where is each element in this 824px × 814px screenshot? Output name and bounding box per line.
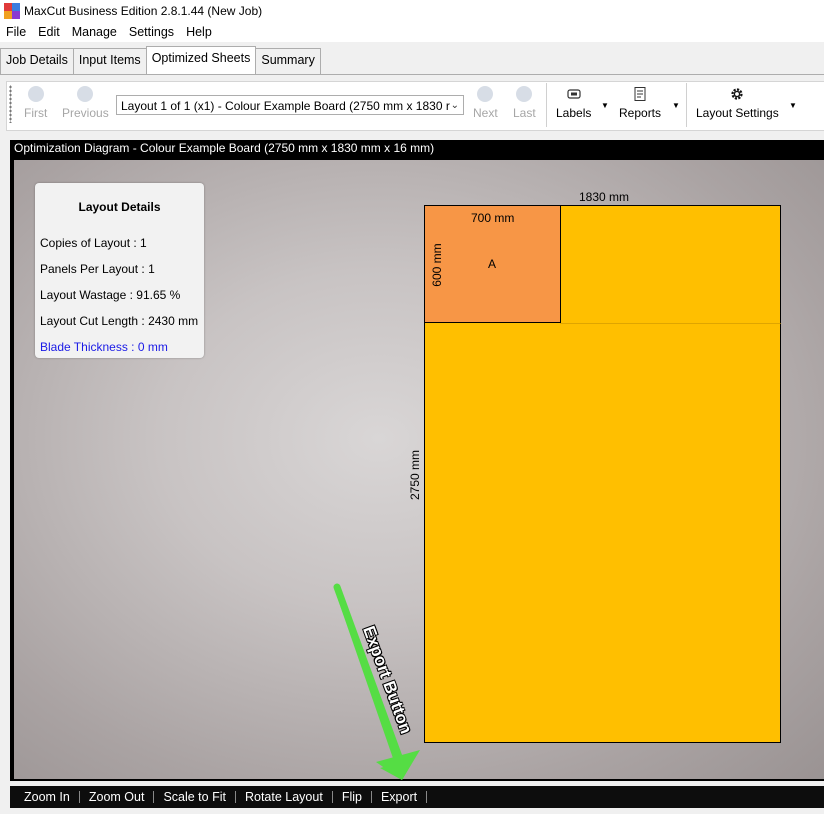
first-icon (27, 86, 44, 102)
bottom-separator (426, 791, 428, 803)
flip-button[interactable]: Flip (333, 790, 371, 804)
next-label: Next (473, 106, 498, 120)
tab-summary[interactable]: Summary (255, 48, 321, 74)
layout-settings-label: Layout Settings (696, 106, 779, 120)
reports-button[interactable]: Reports (619, 86, 661, 120)
panels-per-layout: Panels Per Layout : 1 (40, 262, 155, 276)
next-icon (477, 86, 494, 102)
board-width-label: 1830 mm (579, 190, 630, 204)
cut-line (560, 323, 781, 324)
report-icon (632, 86, 648, 102)
scale-to-fit-button[interactable]: Scale to Fit (154, 790, 235, 804)
layout-details-title: Layout Details (78, 200, 161, 214)
layout-settings-dropdown-icon[interactable]: ▼ (789, 101, 797, 110)
export-button[interactable]: Export (372, 790, 426, 804)
menu-edit[interactable]: Edit (32, 25, 66, 39)
previous-icon (77, 86, 94, 102)
layout-wastage: Layout Wastage : 91.65 % (40, 288, 181, 302)
title-bar: MaxCut Business Edition 2.8.1.44 (New Jo… (0, 0, 824, 22)
menu-help[interactable]: Help (180, 25, 218, 39)
menu-bar: File Edit Manage Settings Help (0, 22, 824, 42)
bottom-toolbar: Zoom In Zoom Out Scale to Fit Rotate Lay… (10, 786, 824, 808)
copies-of-layout: Copies of Layout : 1 (40, 236, 147, 250)
tab-optimized-sheets[interactable]: Optimized Sheets (145, 46, 257, 74)
last-icon (516, 86, 533, 102)
panel-width-label: 700 mm (471, 211, 515, 225)
app-logo-icon (4, 3, 20, 19)
label-icon (566, 86, 582, 102)
labels-dropdown-icon[interactable]: ▼ (601, 101, 609, 110)
window-title: MaxCut Business Edition 2.8.1.44 (New Jo… (24, 4, 263, 18)
layout-select[interactable]: Layout 1 of 1 (x1) - Colour Example Boar… (116, 95, 464, 115)
tab-input-items[interactable]: Input Items (72, 48, 147, 74)
toolbar-separator (546, 83, 547, 127)
panel-length-label: 600 mm (430, 243, 444, 287)
next-button[interactable]: Next (473, 86, 498, 120)
blade-thickness: Blade Thickness : 0 mm (40, 340, 168, 354)
previous-label: Previous (62, 106, 109, 120)
board-length-label: 2750 mm (408, 449, 422, 500)
tab-job-details[interactable]: Job Details (0, 48, 74, 74)
menu-file[interactable]: File (0, 25, 32, 39)
zoom-out-button[interactable]: Zoom Out (80, 790, 154, 804)
gear-icon (729, 86, 745, 102)
previous-button[interactable]: Previous (62, 86, 109, 120)
chevron-down-icon: ⌄ (450, 100, 459, 111)
first-label: First (24, 106, 48, 120)
reports-label: Reports (619, 106, 662, 120)
panel-id-label: A (488, 257, 497, 271)
first-button[interactable]: First (24, 86, 47, 120)
toolbar-separator (686, 83, 687, 127)
last-label: Last (513, 106, 536, 120)
rotate-layout-button[interactable]: Rotate Layout (236, 790, 332, 804)
menu-manage[interactable]: Manage (66, 25, 123, 39)
layout-details-panel: Layout Details Copies of Layout : 1 Pane… (35, 183, 204, 358)
layout-select-value: Layout 1 of 1 (x1) - Colour Example Boar… (121, 99, 450, 113)
last-button[interactable]: Last (513, 86, 536, 120)
tab-strip: Job Details Input Items Optimized Sheets… (0, 46, 321, 74)
zoom-in-button[interactable]: Zoom In (10, 790, 79, 804)
labels-button[interactable]: Labels (556, 86, 591, 120)
menu-settings[interactable]: Settings (123, 25, 180, 39)
toolbar-grip-icon[interactable] (9, 85, 12, 123)
layout-cut-length: Layout Cut Length : 2430 mm (40, 314, 199, 328)
layout-settings-button[interactable]: Layout Settings (696, 86, 779, 120)
diagram-header: Optimization Diagram - Colour Example Bo… (10, 140, 824, 157)
reports-dropdown-icon[interactable]: ▼ (672, 101, 680, 110)
labels-label: Labels (556, 106, 592, 120)
